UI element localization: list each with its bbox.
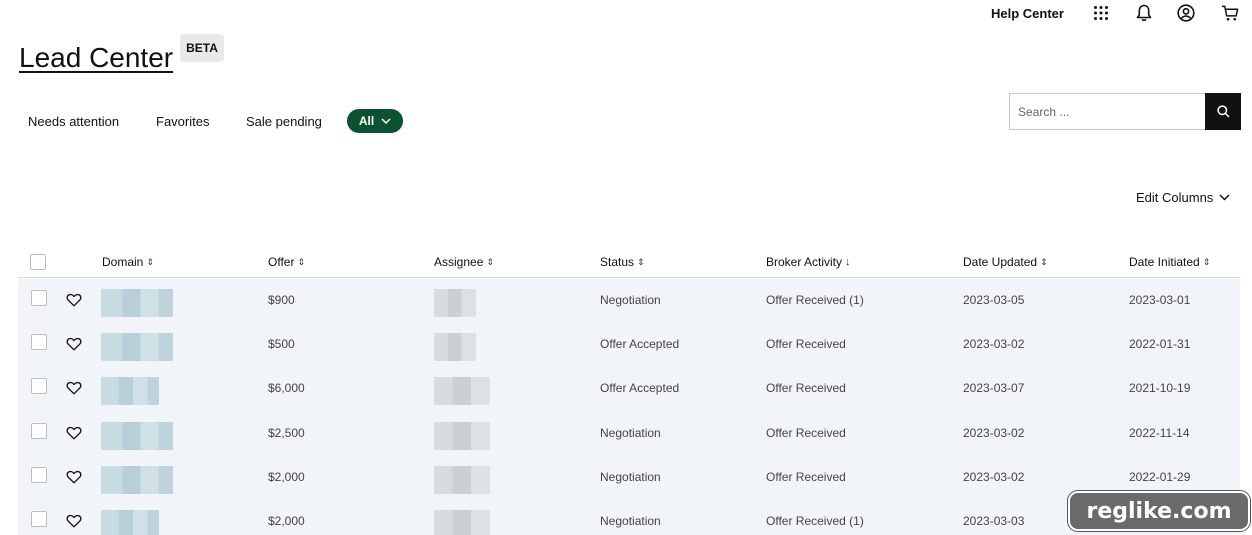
row-checkbox[interactable] <box>31 422 47 439</box>
help-center-link[interactable]: Help Center <box>991 6 1064 21</box>
edit-columns-label: Edit Columns <box>1136 190 1214 205</box>
page-title: Lead Center <box>19 42 174 73</box>
status-cell: Negotiation <box>600 514 661 528</box>
row-checkbox[interactable] <box>31 511 47 527</box>
assignee-redacted <box>434 377 490 406</box>
select-all-checkbox[interactable] <box>30 254 46 270</box>
column-header-broker-activity[interactable]: Broker Activity ↓ <box>766 255 851 269</box>
date-updated-cell: 2023-03-07 <box>963 381 1025 396</box>
broker-activity-cell: Offer Received (1) <box>766 293 864 307</box>
tab-sale-pending[interactable]: Sale pending <box>246 114 322 129</box>
domain-redacted <box>101 289 173 317</box>
beta-badge: BETA <box>180 34 224 62</box>
domain-redacted <box>101 465 173 494</box>
chevron-down-icon <box>1219 194 1230 201</box>
column-header-status[interactable]: Status ⇕ <box>600 255 645 269</box>
table-body: $900 Negotiation Offer Received (1) 2023… <box>18 279 1240 535</box>
favorite-heart-icon[interactable] <box>66 469 82 485</box>
favorite-heart-icon[interactable] <box>66 336 82 352</box>
sort-desc-arrow-icon: ↓ <box>845 256 851 268</box>
row-checkbox[interactable] <box>31 334 47 351</box>
table-row[interactable]: $2,500 Negotiation Offer Received 2023-0… <box>18 412 1240 456</box>
search-box <box>1009 93 1241 130</box>
row-checkbox[interactable] <box>31 466 47 483</box>
broker-activity-cell: Offer Received <box>766 337 846 352</box>
assignee-redacted <box>434 289 476 317</box>
offer-cell: $6,000 <box>268 381 305 396</box>
date-initiated-cell: 2022-01-29 <box>1129 469 1191 484</box>
watermark: reglike.com <box>1068 491 1250 531</box>
assignee-redacted <box>434 510 490 535</box>
favorite-heart-icon[interactable] <box>66 513 82 529</box>
date-initiated-cell: 2021-10-19 <box>1129 381 1191 396</box>
broker-activity-cell: Offer Received <box>766 381 846 396</box>
user-account-icon[interactable] <box>1177 4 1195 22</box>
date-initiated-cell: 2023-03-01 <box>1129 293 1191 307</box>
broker-activity-cell: Offer Received <box>766 469 846 484</box>
assignee-redacted <box>434 333 476 362</box>
offer-cell: $2,500 <box>268 425 305 440</box>
table-row[interactable]: $500 Offer Accepted Offer Received 2023-… <box>18 323 1240 367</box>
column-header-domain[interactable]: Domain ⇕ <box>102 255 154 269</box>
tab-needs-attention[interactable]: Needs attention <box>28 114 119 129</box>
offer-cell: $900 <box>268 293 295 307</box>
assignee-redacted <box>434 465 490 494</box>
edit-columns-button[interactable]: Edit Columns <box>1136 190 1230 205</box>
table-row[interactable]: $900 Negotiation Offer Received (1) 2023… <box>18 279 1240 323</box>
tab-all-label: All <box>358 114 375 128</box>
date-initiated-cell: 2022-11-14 <box>1129 425 1190 440</box>
offer-cell: $2,000 <box>268 514 305 528</box>
domain-redacted <box>101 510 159 535</box>
status-cell: Negotiation <box>600 293 661 307</box>
sort-icon: ⇕ <box>1040 256 1048 267</box>
date-updated-cell: 2023-03-02 <box>963 337 1025 352</box>
sort-icon: ⇕ <box>486 256 494 267</box>
sort-icon: ⇕ <box>637 256 645 267</box>
offer-cell: $500 <box>268 337 295 352</box>
date-updated-cell: 2023-03-02 <box>963 425 1025 440</box>
status-cell: Negotiation <box>600 425 661 440</box>
date-updated-cell: 2023-03-03 <box>963 514 1025 528</box>
favorite-heart-icon[interactable] <box>66 425 82 441</box>
date-updated-cell: 2023-03-02 <box>963 469 1025 484</box>
sort-icon: ⇕ <box>146 256 154 267</box>
status-cell: Negotiation <box>600 469 661 484</box>
domain-redacted <box>101 421 173 450</box>
search-input[interactable] <box>1009 93 1205 130</box>
favorite-heart-icon[interactable] <box>66 292 82 308</box>
status-cell: Offer Accepted <box>600 337 680 352</box>
shopping-cart-icon[interactable] <box>1221 4 1239 22</box>
row-checkbox[interactable] <box>31 378 47 395</box>
chevron-down-icon <box>381 118 391 124</box>
column-header-offer[interactable]: Offer ⇕ <box>268 255 305 269</box>
tab-favorites[interactable]: Favorites <box>156 114 209 129</box>
favorite-heart-icon[interactable] <box>66 380 82 396</box>
column-header-assignee[interactable]: Assignee ⇕ <box>434 255 494 269</box>
offer-cell: $2,000 <box>268 469 305 484</box>
search-icon <box>1216 105 1230 118</box>
table-row[interactable]: $2,000 Negotiation Offer Received (1) 20… <box>18 500 1240 535</box>
column-header-date-initiated[interactable]: Date Initiated ⇕ <box>1129 255 1210 269</box>
table-row[interactable]: $2,000 Negotiation Offer Received 2023-0… <box>18 456 1240 500</box>
assignee-redacted <box>434 421 490 450</box>
sort-icon: ⇕ <box>297 256 306 267</box>
column-header-date-updated[interactable]: Date Updated ⇕ <box>963 255 1048 269</box>
broker-activity-cell: Offer Received <box>766 425 846 440</box>
apps-grid-icon[interactable] <box>1092 4 1110 22</box>
date-initiated-cell: 2022-01-31 <box>1129 337 1191 352</box>
status-cell: Offer Accepted <box>600 381 680 396</box>
sort-icon: ⇕ <box>1202 256 1211 267</box>
domain-redacted <box>101 333 173 362</box>
table-header: Domain ⇕ Offer ⇕ Assignee ⇕ Status ⇕ Broker … <box>18 250 1240 278</box>
domain-redacted <box>101 377 159 406</box>
bell-icon[interactable] <box>1135 4 1153 22</box>
search-button[interactable] <box>1205 93 1241 130</box>
table-row[interactable]: $6,000 Offer Accepted Offer Received 202… <box>18 367 1240 411</box>
broker-activity-cell: Offer Received (1) <box>766 514 864 528</box>
tab-all-dropdown[interactable]: All <box>347 109 403 133</box>
row-checkbox[interactable] <box>31 290 47 306</box>
date-updated-cell: 2023-03-05 <box>963 293 1025 307</box>
